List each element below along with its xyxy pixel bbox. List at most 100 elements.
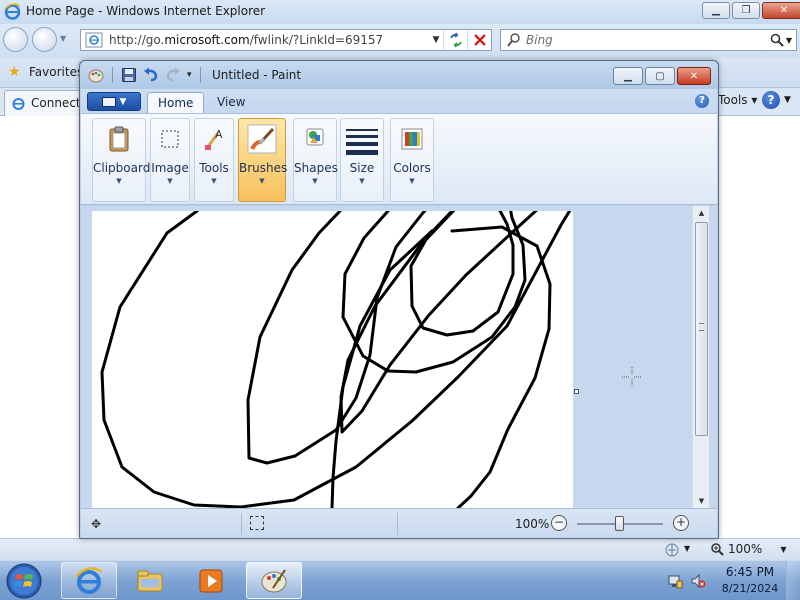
restore-button[interactable]: ❐ [732, 2, 760, 19]
tab-view[interactable]: View [207, 92, 255, 114]
taskbar-paint[interactable] [246, 562, 302, 599]
search-icon [507, 33, 520, 47]
windows-explorer-icon [137, 570, 163, 591]
search-dropdown-icon[interactable]: ▼ [786, 36, 792, 45]
ie-titlebar[interactable]: Home Page - Windows Internet Explorer ▁ … [0, 0, 800, 24]
stop-button[interactable] [467, 30, 491, 50]
taskbar-windows-explorer[interactable] [122, 562, 178, 599]
quick-access-toolbar: ▾ [88, 67, 203, 83]
qat-separator [112, 67, 113, 83]
back-button[interactable] [3, 27, 28, 52]
status-separator [397, 513, 398, 535]
paint-app-icon[interactable] [88, 67, 104, 83]
ie-window-title: Home Page - Windows Internet Explorer [26, 4, 266, 18]
zoom-percent: 100% [515, 517, 550, 531]
zoom-icon [711, 543, 724, 556]
address-text[interactable]: http://go.microsoft.com/fwlink/?LinkId=6… [109, 33, 429, 47]
group-label: Brushes [239, 161, 288, 175]
drawing-canvas[interactable] [92, 211, 573, 508]
zoom-control[interactable]: 100% ▼ [710, 542, 786, 556]
zone-dropdown-icon[interactable]: ▼ [684, 544, 690, 553]
clock-date: 8/21/2024 [721, 582, 779, 595]
help-icon[interactable]: ? [762, 91, 780, 109]
paint-menu-button[interactable]: ▼ [87, 92, 141, 111]
group-tools[interactable]: A Tools ▼ [194, 118, 234, 202]
group-colors[interactable]: Colors ▼ [390, 118, 434, 202]
group-dropdown-icon: ▼ [409, 177, 415, 185]
scroll-up-icon[interactable]: ▲ [693, 206, 710, 220]
menu-glyph-icon [101, 96, 116, 107]
group-image[interactable]: Image ▼ [150, 118, 190, 202]
paint-titlebar[interactable]: ▾ Untitled - Paint ▁ ▢ ✕ [80, 61, 718, 89]
paint-close-button[interactable]: ✕ [677, 67, 711, 85]
paint-workspace[interactable]: ▲ ▼ [81, 206, 717, 508]
search-button[interactable]: ▼ [766, 33, 796, 47]
selection-size-icon [250, 516, 264, 530]
group-brushes[interactable]: Brushes ▼ [238, 118, 288, 202]
address-bar[interactable]: http://go.microsoft.com/fwlink/?LinkId=6… [80, 29, 492, 51]
help-dropdown-icon[interactable]: ▼ [784, 95, 791, 105]
customize-qat-icon[interactable]: ▾ [187, 70, 192, 80]
favorites-star-icon[interactable]: ★ [8, 64, 21, 80]
network-icon[interactable] [667, 573, 683, 589]
group-dropdown-icon: ▼ [211, 177, 217, 185]
redo-icon[interactable] [165, 67, 181, 83]
scrollbar-thumb[interactable] [695, 222, 708, 436]
forward-button[interactable] [32, 27, 57, 52]
group-label: Shapes [294, 161, 338, 175]
zoom-dropdown-icon[interactable]: ▼ [780, 545, 786, 554]
system-clock[interactable]: 6:45 PM 8/21/2024 [720, 565, 780, 595]
freehand-drawing [100, 211, 572, 508]
refresh-button[interactable] [443, 30, 467, 50]
svg-text:A: A [215, 128, 223, 141]
cursor-position-icon: ✥ [91, 517, 102, 531]
paint-icon [261, 568, 287, 592]
paint-maximize-button[interactable]: ▢ [645, 67, 675, 85]
ribbon-help-icon[interactable]: ? [695, 94, 709, 108]
browser-tab[interactable]: Connecti [4, 90, 84, 116]
group-clipboard[interactable]: Clipboard ▼ [92, 118, 151, 202]
paint-window: ▾ Untitled - Paint ▁ ▢ ✕ ▼ Home View ? C… [79, 60, 719, 539]
ribbon: Clipboard ▼ Image ▼ A Tools ▼ Brushes ▼ … [81, 113, 717, 205]
taskbar-media-player[interactable] [183, 562, 239, 599]
group-dropdown-icon: ▼ [259, 177, 265, 185]
paint-window-title: Untitled - Paint [212, 68, 302, 82]
canvas-resize-handle[interactable] [574, 389, 579, 394]
favorites-button[interactable]: Favorites [29, 65, 83, 79]
tab-page-icon [12, 98, 25, 110]
security-zone-icon[interactable] [664, 542, 680, 558]
group-dropdown-icon: ▼ [312, 177, 318, 185]
search-box[interactable]: Bing ▼ [500, 29, 797, 51]
save-icon[interactable] [121, 67, 137, 83]
paint-minimize-button[interactable]: ▁ [613, 67, 643, 85]
address-dropdown-icon[interactable]: ▼ [429, 35, 443, 45]
minimize-button[interactable]: ▁ [702, 2, 730, 19]
qat-separator-2 [199, 67, 201, 83]
clock-time: 6:45 PM [725, 565, 775, 579]
tools-menu-button[interactable]: Tools ▾ [718, 93, 757, 107]
start-button[interactable] [2, 562, 46, 600]
scrollbar-grip-icon [699, 323, 704, 331]
volume-muted-icon[interactable] [690, 573, 706, 589]
status-separator [241, 513, 242, 535]
group-shapes[interactable]: Shapes ▼ [293, 118, 338, 202]
zoom-in-button[interactable]: + [673, 515, 689, 531]
search-input[interactable]: Bing [526, 33, 766, 47]
taskbar-internet-explorer[interactable] [61, 562, 117, 599]
zoom-out-button[interactable]: − [551, 515, 567, 531]
close-button[interactable]: ✕ [762, 2, 800, 19]
group-size[interactable]: Size ▼ [340, 118, 384, 202]
show-desktop-button[interactable] [786, 561, 800, 600]
zoom-slider-thumb[interactable] [615, 516, 624, 531]
refresh-icon [449, 32, 462, 48]
tab-home[interactable]: Home [147, 92, 205, 114]
ribbon-tab-bar: ▼ Home View ? [81, 89, 717, 114]
vertical-scrollbar[interactable]: ▲ ▼ [692, 206, 709, 508]
recent-pages-dropdown-icon[interactable]: ▼ [60, 34, 66, 43]
undo-icon[interactable] [143, 67, 159, 83]
stop-icon [473, 34, 486, 46]
colors-icon [401, 128, 423, 150]
scroll-down-icon[interactable]: ▼ [693, 494, 710, 508]
group-label: Clipboard [93, 161, 151, 175]
image-select-icon [161, 130, 179, 148]
